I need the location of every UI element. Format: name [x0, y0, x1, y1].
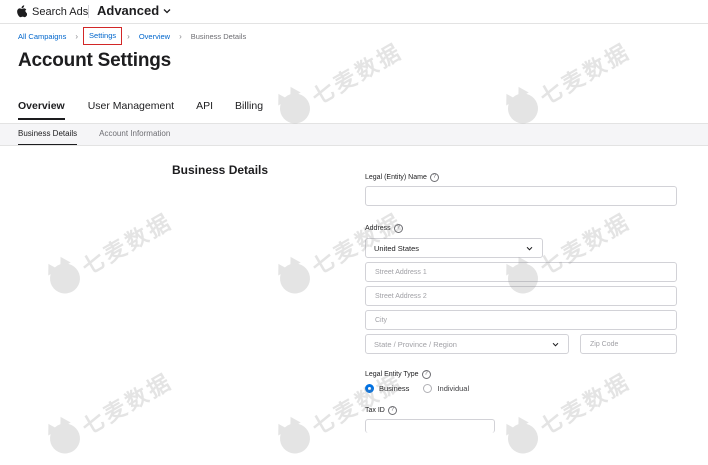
entity-type-radio-group: Business Individual	[365, 384, 483, 393]
address-label: Address ?	[365, 224, 403, 233]
radio-business[interactable]	[365, 384, 374, 393]
breadcrumb-business-details: Business Details	[190, 31, 247, 41]
country-select[interactable]: United States	[365, 238, 543, 258]
entity-type-label-text: Legal Entity Type	[365, 371, 419, 378]
top-nav-bar: Search Ads Advanced	[0, 0, 708, 24]
tax-id-label: Tax ID ?	[365, 406, 397, 415]
cat-logo-icon	[44, 258, 86, 299]
subtab-business-details[interactable]: Business Details	[18, 129, 78, 145]
radio-individual-label[interactable]: Individual	[437, 384, 469, 393]
radio-business-label[interactable]: Business	[379, 384, 409, 393]
help-icon[interactable]: ?	[429, 173, 439, 182]
watermark-text: 七麦数据	[78, 369, 178, 441]
breadcrumb-overview[interactable]: Overview	[139, 32, 170, 41]
mode-switcher[interactable]: Advanced	[97, 3, 171, 18]
breadcrumb: All Campaigns › Settings › Overview › Bu…	[18, 27, 246, 45]
cat-logo-icon	[274, 258, 316, 299]
tab-overview[interactable]: Overview	[18, 100, 65, 120]
help-icon[interactable]: ?	[421, 370, 431, 379]
primary-tabs: Overview User Management API Billing	[18, 100, 285, 120]
cat-logo-icon	[274, 418, 316, 459]
section-title: Business Details	[172, 163, 269, 177]
subtab-account-information[interactable]: Account Information	[99, 129, 170, 145]
brand[interactable]: Search Ads	[16, 5, 88, 18]
tab-user-management[interactable]: User Management	[88, 100, 174, 120]
breadcrumb-all-campaigns[interactable]: All Campaigns	[18, 32, 66, 41]
cat-logo-icon	[44, 418, 86, 459]
city-input[interactable]: City	[365, 310, 677, 330]
street-address-2-input[interactable]: Street Address 2	[365, 286, 677, 306]
nav-divider	[88, 5, 89, 18]
chevron-down-icon	[163, 8, 171, 13]
help-icon[interactable]: ?	[393, 224, 403, 233]
watermark-text: 七麦数据	[536, 39, 636, 111]
brand-label: Search Ads	[32, 5, 89, 18]
address-label-text: Address	[365, 225, 391, 232]
watermark: 七麦数据	[502, 364, 636, 460]
watermark-text: 七麦数据	[536, 369, 636, 441]
legal-name-label: Legal (Entity) Name ?	[365, 173, 439, 182]
entity-type-label: Legal Entity Type ?	[365, 370, 431, 379]
secondary-tabs: Business Details Account Information	[18, 129, 192, 145]
watermark: 七麦数据	[44, 204, 178, 300]
tab-api[interactable]: API	[196, 100, 213, 120]
watermark-text: 七麦数据	[78, 209, 178, 281]
mode-label: Advanced	[97, 3, 160, 18]
help-icon[interactable]: ?	[387, 406, 397, 415]
watermark: 七麦数据	[44, 364, 178, 460]
tax-id-label-text: Tax ID	[365, 407, 385, 414]
breadcrumb-separator-icon: ›	[75, 31, 79, 41]
watermark-text: 七麦数据	[308, 39, 408, 111]
zip-code-input[interactable]: Zip Code	[580, 334, 677, 354]
chevron-down-icon	[526, 246, 533, 251]
state-select[interactable]: State / Province / Region	[365, 334, 569, 354]
watermark: 七麦数据	[502, 34, 636, 130]
page-title: Account Settings	[18, 50, 172, 71]
legal-name-input[interactable]	[365, 186, 677, 206]
cat-logo-icon	[502, 418, 544, 459]
country-select-value: United States	[374, 244, 420, 253]
watermark: 七麦数据	[274, 34, 408, 130]
apple-icon	[17, 5, 27, 18]
breadcrumb-separator-icon: ›	[127, 31, 130, 41]
radio-individual[interactable]	[423, 384, 433, 393]
tab-billing[interactable]: Billing	[235, 100, 263, 120]
street-address-1-input[interactable]: Street Address 1	[365, 262, 677, 282]
breadcrumb-settings[interactable]: Settings	[83, 27, 123, 45]
state-select-placeholder: State / Province / Region	[374, 340, 457, 349]
chevron-down-icon	[552, 342, 559, 347]
tax-id-input[interactable]	[365, 419, 495, 433]
breadcrumb-separator-icon: ›	[179, 31, 182, 41]
legal-name-label-text: Legal (Entity) Name	[365, 174, 427, 181]
